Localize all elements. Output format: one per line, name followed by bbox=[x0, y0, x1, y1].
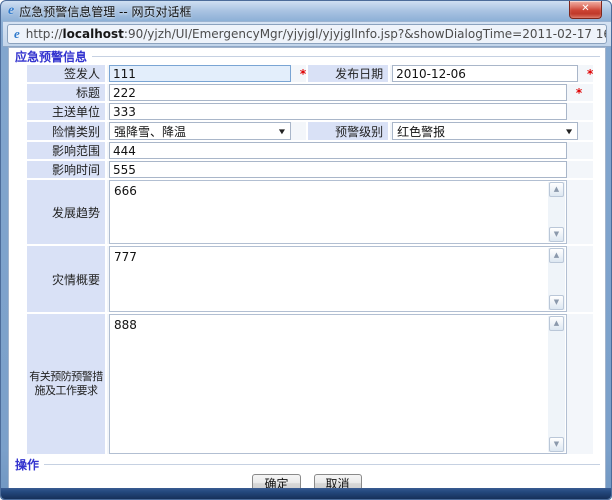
warning-level-select[interactable]: 红色警报 ▼ bbox=[392, 122, 578, 140]
warning-form: 签发人 * 发布日期 * 标题 * 主送单位 bbox=[25, 63, 595, 456]
development-trend-text[interactable]: 666 bbox=[111, 182, 547, 242]
affected-time-input[interactable] bbox=[109, 161, 567, 178]
scrollbar[interactable]: ▲ ▼ bbox=[548, 316, 565, 452]
row-main-recipient: 主送单位 bbox=[27, 103, 593, 120]
affected-time-label: 影响时间 bbox=[27, 161, 105, 178]
development-trend-textarea[interactable]: 666 ▲ ▼ bbox=[109, 180, 567, 244]
danger-type-label: 险情类别 bbox=[27, 122, 105, 140]
row-prevention-measures: 有关预防预警措施及工作要求 888 ▲ ▼ bbox=[27, 314, 593, 454]
required-asterisk: * bbox=[300, 67, 306, 81]
publish-date-label: 发布日期 bbox=[308, 65, 388, 82]
development-trend-label: 发展趋势 bbox=[27, 180, 105, 244]
title-input[interactable] bbox=[109, 84, 567, 101]
danger-type-select[interactable]: 强降雪、降温 ▼ bbox=[109, 122, 291, 140]
prevention-measures-text[interactable]: 888 bbox=[111, 316, 547, 452]
row-development-trend: 发展趋势 666 ▲ ▼ bbox=[27, 180, 593, 244]
info-section-legend: 应急预警信息 bbox=[9, 48, 605, 62]
main-recipient-input[interactable] bbox=[109, 103, 567, 120]
scroll-up-icon[interactable]: ▲ bbox=[549, 316, 564, 331]
chevron-down-icon: ▼ bbox=[279, 127, 285, 134]
cancel-button[interactable]: 取消 bbox=[314, 474, 362, 489]
scroll-down-icon[interactable]: ▼ bbox=[549, 227, 564, 242]
disaster-summary-label: 灾情概要 bbox=[27, 246, 105, 312]
publish-date-input[interactable] bbox=[392, 65, 578, 82]
info-section-title: 应急预警信息 bbox=[15, 48, 87, 65]
warning-level-label: 预警级别 bbox=[308, 122, 388, 140]
row-issuer-date: 签发人 * 发布日期 * bbox=[27, 65, 593, 82]
prevention-measures-label: 有关预防预警措施及工作要求 bbox=[27, 314, 105, 454]
ok-button[interactable]: 确定 bbox=[252, 474, 300, 489]
row-affected-time: 影响时间 bbox=[27, 161, 593, 178]
window-title: 应急预警信息管理 -- 网页对话框 bbox=[19, 3, 191, 20]
affected-scope-input[interactable] bbox=[109, 142, 567, 159]
row-disaster-summary: 灾情概要 777 ▲ ▼ bbox=[27, 246, 593, 312]
row-affected-scope: 影响范围 bbox=[27, 142, 593, 159]
scroll-down-icon[interactable]: ▼ bbox=[549, 295, 564, 310]
actions-section-legend: 操作 bbox=[9, 456, 605, 470]
title-bar: e 应急预警信息管理 -- 网页对话框 bbox=[1, 1, 611, 21]
warning-level-value: 红色警报 bbox=[397, 123, 445, 140]
actions-section-title: 操作 bbox=[15, 456, 39, 473]
required-asterisk: * bbox=[587, 67, 593, 81]
url-protocol: http:// bbox=[26, 27, 63, 41]
row-title: 标题 * bbox=[27, 84, 593, 101]
main-recipient-label: 主送单位 bbox=[27, 103, 105, 120]
title-label: 标题 bbox=[27, 84, 105, 101]
scroll-up-icon[interactable]: ▲ bbox=[549, 182, 564, 197]
dialog-content: 应急预警信息 签发人 * 发布日期 * 标题 bbox=[8, 47, 606, 489]
legend-divider bbox=[44, 464, 600, 465]
address-bar: e http://localhost:90/yjzh/UI/EmergencyM… bbox=[3, 21, 611, 47]
disaster-summary-textarea[interactable]: 777 ▲ ▼ bbox=[109, 246, 567, 312]
ie-logo-icon: e bbox=[8, 4, 14, 18]
affected-scope-label: 影响范围 bbox=[27, 142, 105, 159]
action-buttons: 确定 取消 bbox=[9, 474, 605, 489]
disaster-summary-text[interactable]: 777 bbox=[111, 248, 547, 310]
issuer-label: 签发人 bbox=[27, 65, 105, 82]
legend-divider bbox=[92, 56, 600, 57]
scroll-up-icon[interactable]: ▲ bbox=[549, 248, 564, 263]
close-button[interactable]: ✕ bbox=[569, 1, 602, 19]
url-path: :90/yjzh/UI/EmergencyMgr/yjyjgl/yjyjglIn… bbox=[124, 27, 607, 41]
scrollbar[interactable]: ▲ ▼ bbox=[548, 182, 565, 242]
prevention-measures-textarea[interactable]: 888 ▲ ▼ bbox=[109, 314, 567, 454]
dialog-window: e 应急预警信息管理 -- 网页对话框 ✕ e http://localhost… bbox=[0, 0, 612, 500]
url-host: localhost bbox=[63, 27, 124, 41]
close-icon: ✕ bbox=[581, 3, 589, 14]
scrollbar[interactable]: ▲ ▼ bbox=[548, 248, 565, 310]
issuer-input[interactable] bbox=[109, 65, 291, 82]
chevron-down-icon: ▼ bbox=[566, 127, 572, 134]
row-danger-warning: 险情类别 强降雪、降温 ▼ 预警级别 红色警报 ▼ bbox=[27, 122, 593, 140]
ie-page-icon: e bbox=[14, 27, 20, 41]
scroll-down-icon[interactable]: ▼ bbox=[549, 437, 564, 452]
address-input[interactable]: e http://localhost:90/yjzh/UI/EmergencyM… bbox=[7, 24, 607, 44]
url-text: http://localhost:90/yjzh/UI/EmergencyMgr… bbox=[26, 27, 607, 41]
danger-type-value: 强降雪、降温 bbox=[114, 123, 186, 140]
window-bottom-border bbox=[1, 488, 611, 499]
required-asterisk: * bbox=[576, 86, 582, 100]
